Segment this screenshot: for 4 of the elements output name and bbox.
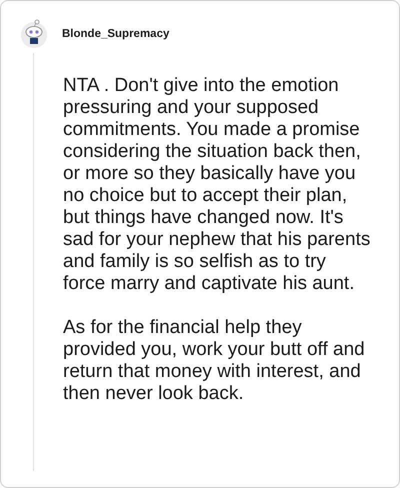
comment-paragraph: NTA . Don't give into the emotion pressuring and your supposed commitments. You made a promise considering the situation back then, or more so they basically have you no choice but to accept their plan, but things have changed now. It's sad for your nephew that his parents and family is so selfish as to try force marry and captivate his aunt.: [63, 75, 372, 295]
username[interactable]: Blonde_Supremacy: [62, 28, 170, 40]
avatar-icon: [20, 19, 48, 49]
comment-paragraph: As for the financial help they provided you, work your butt off and return that money with interest, and then never look back.: [63, 317, 366, 405]
